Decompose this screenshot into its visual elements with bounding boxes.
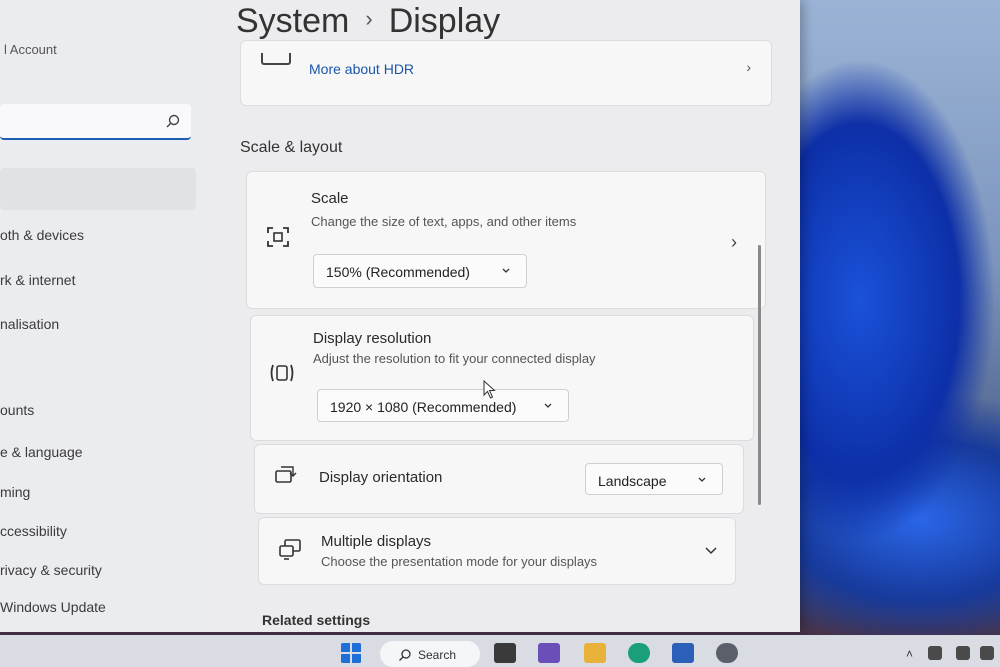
mouse-cursor-icon — [483, 380, 496, 399]
task-view-icon[interactable] — [494, 643, 516, 663]
sidebar-item-gaming[interactable]: ming — [0, 484, 30, 500]
windows-start-icon[interactable] — [340, 643, 362, 663]
chat-icon[interactable] — [538, 643, 560, 663]
volume-icon[interactable] — [980, 646, 994, 660]
resolution-description: Adjust the resolution to fit your connec… — [313, 351, 596, 366]
orientation-card[interactable]: Display orientation Landscape — [254, 444, 744, 514]
orientation-dropdown[interactable]: Landscape — [585, 463, 723, 495]
store-icon[interactable] — [672, 643, 694, 663]
account-label[interactable]: l Account — [4, 42, 57, 57]
sidebar-item-windows-update[interactable]: Windows Update — [0, 599, 106, 615]
scale-value: 150% (Recommended) — [326, 264, 470, 280]
taskbar: Search ˄ — [0, 635, 1000, 667]
orientation-value: Landscape — [598, 473, 667, 489]
resolution-icon — [270, 364, 294, 382]
page-title: Display — [388, 2, 501, 40]
sidebar-item-system[interactable] — [0, 168, 196, 210]
sidebar-item-bluetooth[interactable]: oth & devices — [0, 227, 84, 243]
resolution-title: Display resolution — [313, 330, 432, 347]
chevron-right-icon: › — [746, 59, 751, 75]
search-icon — [399, 649, 411, 661]
chevron-up-icon[interactable]: ˄ — [906, 647, 913, 661]
scale-icon — [267, 227, 289, 247]
hdr-card[interactable]: More about HDR › — [240, 40, 772, 106]
monitor-icon — [261, 53, 291, 65]
file-explorer-icon[interactable] — [584, 643, 606, 663]
multiple-displays-card[interactable]: Multiple displays Choose the presentatio… — [258, 517, 736, 585]
breadcrumb: System › Display — [236, 2, 500, 41]
tray-app-icon[interactable] — [928, 646, 942, 660]
sidebar-item-accessibility[interactable]: ccessibility — [0, 523, 67, 539]
chevron-down-icon — [698, 477, 706, 482]
sidebar-item-privacy[interactable]: rivacy & security — [0, 562, 102, 578]
edge-icon[interactable] — [628, 643, 650, 663]
resolution-dropdown[interactable]: 1920 × 1080 (Recommended) — [317, 389, 569, 422]
orientation-icon — [275, 466, 297, 483]
chevron-down-icon — [502, 268, 510, 273]
sidebar-item-personalisation[interactable]: nalisation — [0, 316, 59, 332]
taskbar-search-label: Search — [418, 648, 457, 662]
chevron-right-icon[interactable]: › — [731, 232, 737, 253]
chevron-down-icon — [544, 403, 552, 408]
section-title: Scale & layout — [240, 139, 343, 156]
scale-card[interactable]: Scale Change the size of text, apps, and… — [246, 171, 766, 309]
sidebar: l Account oth & devices rk & internet na… — [0, 0, 212, 632]
scale-description: Change the size of text, apps, and other… — [311, 214, 577, 229]
search-input[interactable] — [0, 104, 191, 140]
sidebar-item-accounts[interactable]: ounts — [0, 402, 34, 418]
multiple-displays-icon — [279, 539, 301, 560]
resolution-card[interactable]: Display resolution Adjust the resolution… — [250, 315, 754, 441]
taskbar-search[interactable]: Search — [380, 641, 480, 667]
sidebar-item-time-language[interactable]: e & language — [0, 444, 83, 460]
breadcrumb-separator: › — [365, 6, 373, 31]
more-about-hdr-link[interactable]: More about HDR — [309, 61, 414, 77]
scrollbar[interactable] — [758, 245, 761, 505]
multiple-displays-title: Multiple displays — [321, 533, 432, 550]
orientation-title: Display orientation — [319, 469, 443, 486]
scale-dropdown[interactable]: 150% (Recommended) — [313, 254, 527, 288]
sidebar-item-network[interactable]: rk & internet — [0, 272, 75, 288]
search-icon — [166, 114, 180, 128]
network-icon[interactable] — [956, 646, 970, 660]
settings-gear-icon[interactable] — [716, 643, 738, 663]
breadcrumb-parent[interactable]: System — [236, 2, 349, 40]
main-content: System › Display More about HDR › Scale & … — [212, 0, 800, 632]
settings-window: l Account oth & devices rk & internet na… — [0, 0, 800, 632]
resolution-value: 1920 × 1080 (Recommended) — [330, 399, 517, 415]
scale-title: Scale — [311, 190, 349, 207]
related-settings-heading: Related settings — [262, 612, 371, 628]
multiple-displays-description: Choose the presentation mode for your di… — [321, 554, 598, 569]
chevron-down-icon[interactable] — [705, 546, 717, 556]
